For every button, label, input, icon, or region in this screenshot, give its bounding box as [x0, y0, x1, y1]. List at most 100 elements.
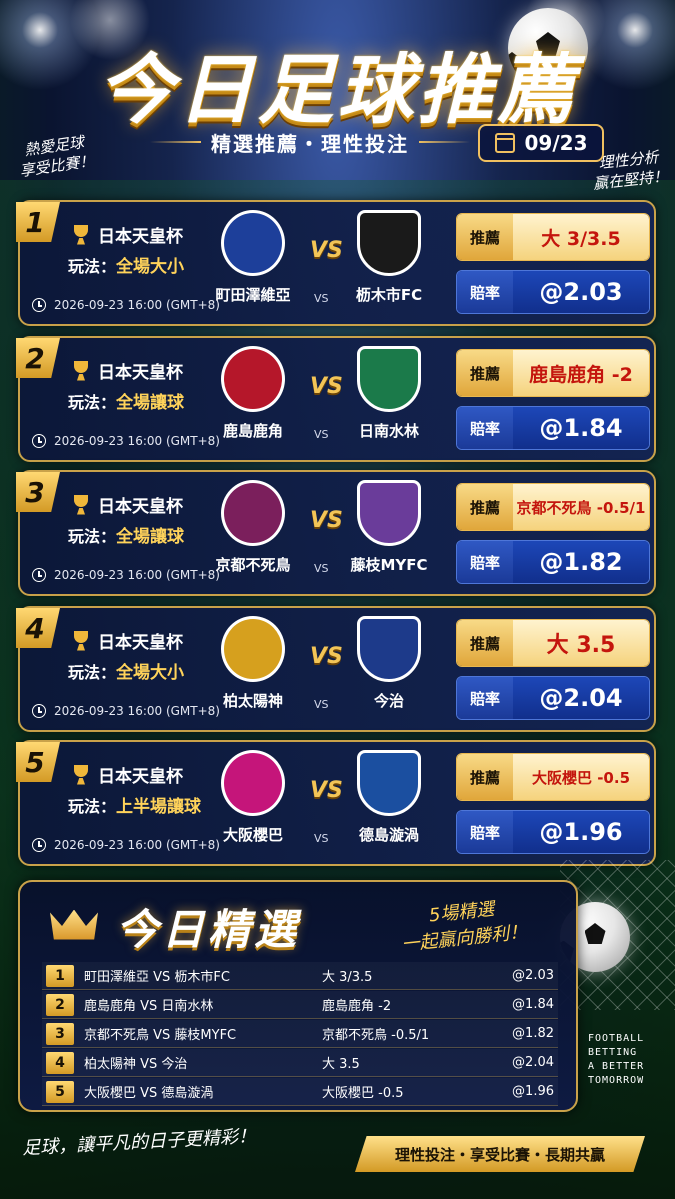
- home-team: 京都不死鳥: [198, 478, 308, 575]
- subtitle-row: 精選推薦・理性投注: [150, 125, 470, 159]
- competition-row: 日本天皇杯: [72, 628, 183, 653]
- match-card: 1 日本天皇杯 玩法：全場大小 2026-09-23 16:00 (GMT+8)…: [16, 200, 656, 326]
- home-crest-icon: [218, 614, 288, 684]
- competition-row: 日本天皇杯: [72, 222, 183, 247]
- page-title: 今日足球推薦: [97, 45, 578, 134]
- competition-name: 日本天皇杯: [98, 227, 183, 247]
- home-team-name: 京都不死鳥: [215, 556, 291, 574]
- row-number: 1: [46, 964, 74, 987]
- crest-shape: [357, 616, 421, 682]
- table-row: 5 大阪櫻巴 VS 德島漩渦 大阪櫻巴 -0.5 @1.96: [42, 1078, 558, 1106]
- kickoff-time-row: 2026-09-23 16:00 (GMT+8): [32, 704, 220, 718]
- odds-box: 賠率 @1.84: [456, 406, 650, 450]
- competition-name: 日本天皇杯: [98, 363, 183, 383]
- row-number: 5: [46, 1080, 74, 1103]
- odds-value: @2.04: [513, 677, 649, 719]
- crest-shape: [221, 346, 285, 412]
- odds-label: 賠率: [457, 407, 513, 449]
- kickoff-time-row: 2026-09-23 16:00 (GMT+8): [32, 568, 220, 582]
- summary-panel: 今日精選 5場精選 一起贏向勝利！ 1 町田澤維亞 VS 枥木市FC 大 3/3…: [18, 880, 578, 1112]
- row-match: 京都不死鳥 VS 藤枝MYFC: [84, 1028, 237, 1043]
- summary-table: 1 町田澤維亞 VS 枥木市FC 大 3/3.5 @2.03 2 鹿島鹿角 VS…: [42, 962, 558, 1107]
- odds-value: @1.96: [513, 811, 649, 853]
- recommendation-box: 推薦 京都不死鳥 -0.5/1: [456, 483, 650, 531]
- home-team-name: 柏太陽神: [222, 692, 283, 710]
- crest-shape: [221, 480, 285, 546]
- clock-icon: [32, 704, 46, 718]
- away-team: 今治: [334, 614, 444, 711]
- odds-box: 賠率 @2.03: [456, 270, 650, 314]
- vs-small-label: VS: [314, 698, 329, 711]
- play-type-row: 玩法：全場大小: [68, 658, 184, 683]
- recommendation-label: 推薦: [457, 350, 513, 396]
- trophy-icon: [72, 224, 90, 245]
- match-number: 2: [16, 338, 60, 378]
- recommendation-box: 推薦 大 3/3.5: [456, 213, 650, 261]
- match-number: 4: [16, 608, 60, 648]
- recommendation-box: 推薦 鹿島鹿角 -2: [456, 349, 650, 397]
- home-team: 柏太陽神: [198, 614, 308, 711]
- play-type-label: 玩法：: [68, 527, 117, 546]
- crown-icon: [50, 910, 98, 944]
- trophy-icon: [72, 764, 90, 785]
- kickoff-time: 2026-09-23 16:00 (GMT+8): [54, 704, 220, 718]
- tagline-line: FOOTBALL: [588, 1033, 645, 1044]
- table-row: 1 町田澤維亞 VS 枥木市FC 大 3/3.5 @2.03: [42, 962, 558, 990]
- clock-icon: [32, 434, 46, 448]
- away-team-name: 日南水林: [358, 422, 419, 440]
- away-team: 枥木市FC: [334, 208, 444, 305]
- table-row: 3 京都不死鳥 VS 藤枝MYFC 京都不死鳥 -0.5/1 @1.82: [42, 1020, 558, 1048]
- odds-value: @1.84: [513, 407, 649, 449]
- note-left: 熱愛足球 享受比賽！: [16, 131, 96, 181]
- match-card: 4 日本天皇杯 玩法：全場大小 2026-09-23 16:00 (GMT+8)…: [16, 606, 656, 732]
- row-pick: 大阪櫻巴 -0.5: [322, 1086, 404, 1101]
- kickoff-time: 2026-09-23 16:00 (GMT+8): [54, 838, 220, 852]
- play-type-value: 全場大小: [116, 663, 185, 683]
- divider: [419, 141, 470, 143]
- crest-shape: [221, 750, 285, 816]
- trophy-icon: [72, 494, 90, 515]
- table-row: 2 鹿島鹿角 VS 日南水林 鹿島鹿角 -2 @1.84: [42, 991, 558, 1019]
- recommendation-value: 大阪櫻巴 -0.5: [513, 754, 649, 800]
- row-pick: 大 3.5: [322, 1057, 360, 1072]
- vs-small-label: VS: [314, 562, 329, 575]
- recommendation-value: 京都不死鳥 -0.5/1: [513, 484, 649, 530]
- play-type-value: 全場讓球: [116, 527, 185, 547]
- away-team: 日南水林: [334, 344, 444, 441]
- kickoff-time-row: 2026-09-23 16:00 (GMT+8): [32, 298, 220, 312]
- match-card: 2 日本天皇杯 玩法：全場讓球 2026-09-23 16:00 (GMT+8)…: [16, 336, 656, 462]
- play-type-label: 玩法：: [68, 663, 117, 682]
- crest-shape: [357, 750, 421, 816]
- kickoff-time: 2026-09-23 16:00 (GMT+8): [54, 434, 220, 448]
- odds-box: 賠率 @1.82: [456, 540, 650, 584]
- home-crest-icon: [218, 208, 288, 278]
- recommendation-label: 推薦: [457, 620, 513, 666]
- tagline-line: A BETTER: [588, 1061, 645, 1072]
- recommendation-value: 大 3.5: [513, 620, 649, 666]
- play-type-row: 玩法：全場讓球: [68, 522, 184, 547]
- kickoff-time-row: 2026-09-23 16:00 (GMT+8): [32, 838, 220, 852]
- crest-shape: [357, 480, 421, 546]
- competition-row: 日本天皇杯: [72, 762, 183, 787]
- odds-value: @2.03: [513, 271, 649, 313]
- competition-name: 日本天皇杯: [98, 633, 183, 653]
- recommendation-label: 推薦: [457, 484, 513, 530]
- play-type-value: 上半場讓球: [116, 797, 202, 817]
- crest-shape: [357, 210, 421, 276]
- row-pick: 鹿島鹿角 -2: [322, 999, 392, 1014]
- play-type-label: 玩法：: [68, 797, 117, 816]
- competition-row: 日本天皇杯: [72, 492, 183, 517]
- match-card: 5 日本天皇杯 玩法：上半場讓球 2026-09-23 16:00 (GMT+8…: [16, 740, 656, 866]
- away-crest-icon: [354, 344, 424, 414]
- play-type-label: 玩法：: [68, 257, 117, 276]
- vs-small-label: VS: [314, 832, 329, 845]
- row-odds: @1.82: [512, 1026, 554, 1041]
- footer-slogan: 足球，讓平凡的日子更精彩！: [21, 1125, 257, 1160]
- recommendation-label: 推薦: [457, 754, 513, 800]
- crest-shape: [221, 616, 285, 682]
- away-team-name: 枥木市FC: [355, 286, 423, 304]
- clock-icon: [32, 568, 46, 582]
- row-number: 3: [46, 1022, 74, 1045]
- summary-title: 今日精選: [116, 905, 301, 954]
- away-team-name: 藤枝MYFC: [350, 556, 428, 574]
